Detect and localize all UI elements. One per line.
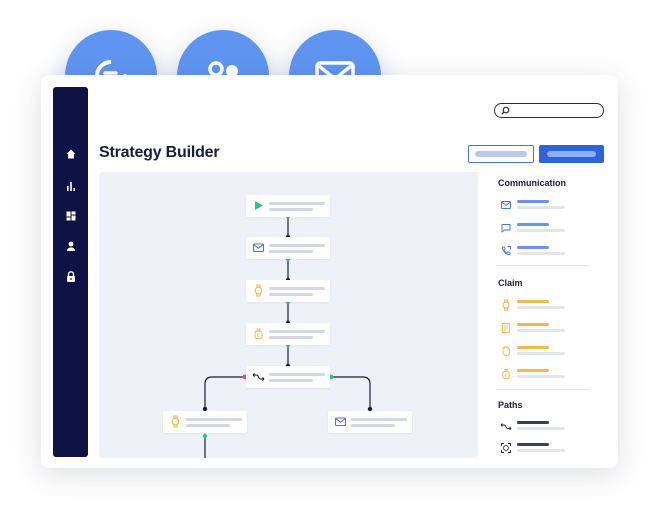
- hand-icon: [502, 346, 510, 356]
- watch-icon: [171, 415, 180, 428]
- lock-icon: [67, 270, 75, 282]
- flow-node-start[interactable]: [246, 195, 330, 217]
- section-divider: [496, 389, 589, 390]
- flow-node-split[interactable]: [246, 366, 330, 388]
- component-face-scan[interactable]: [500, 442, 610, 456]
- watch-icon: [502, 299, 510, 311]
- page-title: Strategy Builder: [99, 144, 220, 161]
- flow-node-wait-branch[interactable]: [163, 411, 247, 433]
- component-phone[interactable]: [500, 245, 610, 259]
- watch-icon: [254, 284, 263, 297]
- component-split[interactable]: [500, 420, 610, 434]
- component-invoice[interactable]: [500, 322, 610, 336]
- component-email[interactable]: [500, 199, 610, 213]
- component-payment[interactable]: €: [500, 368, 610, 382]
- moneybag-icon: €: [254, 328, 263, 340]
- dashboard-icon: [66, 211, 76, 221]
- receipt-icon: [502, 323, 510, 333]
- mail-icon: [501, 201, 511, 209]
- primary-button[interactable]: [539, 145, 604, 163]
- home-icon: [66, 149, 76, 159]
- split-path-icon: [500, 423, 512, 431]
- mail-icon: [334, 417, 347, 427]
- mail-icon: [252, 243, 265, 253]
- flow-canvas[interactable]: €: [99, 172, 478, 458]
- split-path-icon: [252, 373, 265, 381]
- component-wait[interactable]: [500, 299, 610, 313]
- component-hand[interactable]: [500, 345, 610, 359]
- component-chat[interactable]: [500, 222, 610, 236]
- flow-node-email[interactable]: [246, 237, 330, 259]
- secondary-button[interactable]: [468, 145, 534, 163]
- sidebar-item-profile[interactable]: [64, 239, 78, 253]
- sidebar: [53, 87, 88, 457]
- app-window: Strategy Builder € Communication Claim €…: [41, 75, 618, 468]
- svg-text:€: €: [257, 333, 260, 339]
- primary-button-label-placeholder: [547, 151, 596, 157]
- sidebar-item-security[interactable]: [64, 269, 78, 283]
- scan-face-icon: [501, 443, 511, 453]
- sidebar-item-dashboard[interactable]: [64, 209, 78, 223]
- play-icon: [255, 201, 263, 210]
- section-title: Claim: [498, 278, 523, 288]
- section-title: Communication: [498, 178, 567, 188]
- svg-text:€: €: [505, 373, 508, 379]
- search-input[interactable]: [494, 103, 604, 118]
- moneybag-icon: €: [502, 369, 510, 379]
- section-title: Paths: [498, 400, 523, 410]
- flow-node-wait[interactable]: [246, 280, 330, 302]
- sidebar-item-analytics[interactable]: [64, 179, 78, 193]
- flow-node-email-branch[interactable]: [328, 411, 412, 433]
- phone-icon: [502, 246, 511, 255]
- search-icon: [501, 106, 510, 115]
- flow-node-payment[interactable]: €: [246, 323, 330, 345]
- section-divider: [496, 265, 589, 266]
- sidebar-item-home[interactable]: [64, 147, 78, 161]
- chat-icon: [501, 224, 511, 233]
- user-icon: [66, 241, 76, 251]
- secondary-button-label-placeholder: [475, 151, 527, 157]
- bar-chart-icon: [67, 182, 75, 191]
